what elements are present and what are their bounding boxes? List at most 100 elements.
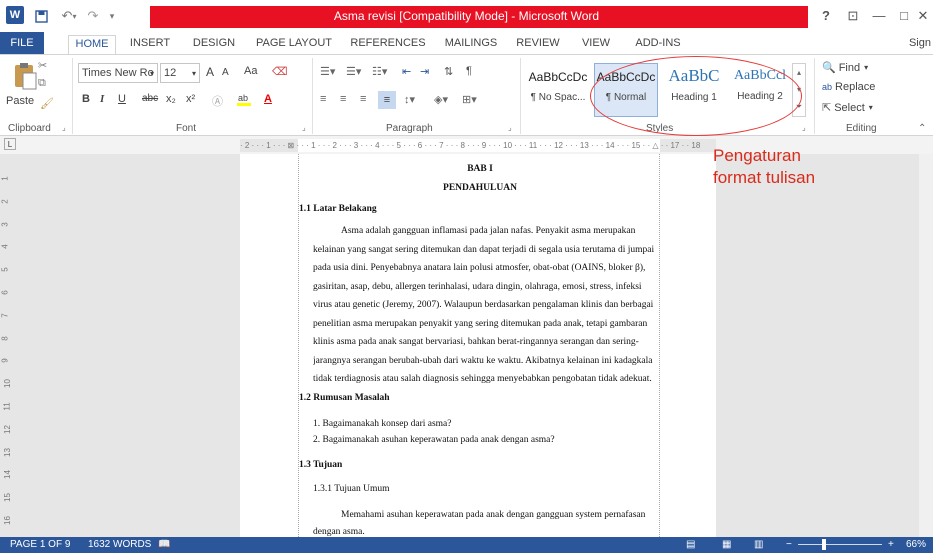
replace-button[interactable]: ab Replace	[822, 81, 875, 93]
select-button[interactable]: ⇱ Select ▾	[822, 101, 873, 115]
sign-in-link[interactable]: Sign	[909, 37, 931, 49]
numbering-icon[interactable]: ☰▾	[346, 65, 361, 78]
clear-formatting-icon[interactable]: ⌫	[272, 65, 288, 78]
font-family-select[interactable]: Times New Ro ▾	[78, 63, 158, 83]
borders-icon[interactable]: ⊞▾	[462, 93, 477, 106]
cut-icon[interactable]: ✂	[38, 59, 47, 72]
print-layout-icon[interactable]: ▦	[722, 539, 731, 550]
line-spacing-icon[interactable]: ↕▾	[404, 93, 415, 106]
zoom-in-icon[interactable]: +	[888, 539, 894, 550]
paragraph-line: gasiritan, asap, debu, allergen terinhal…	[313, 281, 642, 292]
status-bar: PAGE 1 OF 9 1632 WORDS 📖 ▤ ▦ ▥ − + 66%	[0, 537, 933, 553]
text-effects-icon[interactable]: Ⓐ	[212, 93, 223, 109]
zoom-slider-thumb[interactable]	[822, 539, 827, 550]
list-item: 2. Bagaimanakah asuhan keperawatan pada …	[313, 435, 555, 445]
tab-page-layout[interactable]: PAGE LAYOUT	[254, 35, 334, 54]
font-color-button[interactable]: A	[264, 93, 272, 105]
ruler-number: 1	[0, 176, 10, 181]
font-family-value: Times New Ro	[82, 67, 154, 79]
tab-file[interactable]: FILE	[0, 32, 44, 54]
paste-icon[interactable]	[10, 59, 40, 93]
style-heading-1[interactable]: AaBbC Heading 1	[662, 63, 726, 117]
styles-launcher-icon[interactable]: ⌟	[802, 123, 806, 132]
page-indicator[interactable]: PAGE 1 OF 9	[10, 539, 70, 550]
vertical-scrollbar[interactable]	[919, 154, 933, 537]
increase-indent-icon[interactable]: ⇥	[420, 65, 429, 78]
highlight-icon[interactable]: ab	[236, 91, 254, 107]
style-heading-2[interactable]: AaBbCcl Heading 2	[728, 63, 792, 117]
tab-design[interactable]: DESIGN	[190, 35, 238, 54]
more-styles-icon[interactable]: ⏷	[796, 102, 802, 112]
style-no-spacing[interactable]: AaBbCcDc ¶ No Spac...	[526, 63, 590, 117]
ruler-number: 9	[0, 358, 10, 364]
paragraph-tujuan-umum-cont: dengan asma.	[313, 527, 365, 537]
tab-selector[interactable]: L	[4, 138, 16, 150]
tab-insert[interactable]: INSERT	[126, 35, 174, 54]
tab-add-ins[interactable]: ADD-INS	[630, 35, 686, 54]
align-center-icon[interactable]: ≡	[340, 93, 346, 105]
bullets-icon[interactable]: ☰▾	[320, 65, 335, 78]
sort-icon[interactable]: ⇅	[444, 65, 453, 78]
format-painter-icon[interactable]: 🖌	[40, 97, 54, 110]
clipboard-launcher-icon[interactable]: ⌟	[62, 123, 66, 132]
subscript-button[interactable]: x₂	[166, 93, 176, 105]
group-separator	[72, 58, 73, 134]
find-button[interactable]: 🔍 Find ▾	[822, 61, 868, 75]
show-marks-icon[interactable]: ¶	[466, 65, 472, 77]
align-right-icon[interactable]: ≡	[360, 93, 366, 105]
style-sample: AaBbCcDc	[528, 70, 588, 84]
zoom-slider[interactable]	[798, 539, 882, 550]
italic-button[interactable]: I	[100, 93, 104, 105]
tab-mailings[interactable]: MAILINGS	[440, 35, 502, 54]
ruler-number: 2	[0, 199, 10, 204]
chevron-down-icon[interactable]: ▾	[797, 85, 801, 94]
zoom-level[interactable]: 66%	[906, 539, 926, 550]
paste-label[interactable]: Paste	[6, 95, 34, 107]
horizontal-ruler[interactable]: · 2 · · · 1 · · · ⊠ · · · 1 · · · 2 · · …	[240, 139, 716, 152]
underline-button[interactable]: U	[118, 93, 126, 105]
shrink-font-button[interactable]: A	[222, 67, 229, 78]
collapse-ribbon-icon[interactable]: ⌃	[918, 123, 926, 134]
ruler-number: 4	[0, 244, 10, 250]
styles-scroll[interactable]: ▴ ▾ ⏷	[792, 63, 806, 117]
group-separator	[814, 58, 815, 134]
paragraph-launcher-icon[interactable]: ⌟	[508, 123, 512, 132]
tab-review[interactable]: REVIEW	[514, 35, 562, 54]
word-count[interactable]: 1632 WORDS	[88, 539, 151, 550]
font-size-select[interactable]: 12 ▾	[160, 63, 200, 83]
style-name: Heading 1	[671, 92, 717, 103]
chevron-up-icon[interactable]: ▴	[797, 68, 801, 77]
ruler-number: 8	[0, 335, 10, 341]
ruler-number: 10	[2, 379, 12, 389]
ruler-number: 11	[2, 402, 12, 411]
read-mode-icon[interactable]: ▤	[686, 539, 695, 550]
grow-font-button[interactable]: A	[206, 65, 214, 79]
styles-group-label: Styles	[646, 123, 674, 134]
tab-references[interactable]: REFERENCES	[348, 35, 428, 54]
group-separator	[312, 58, 313, 134]
tab-home[interactable]: HOME	[68, 35, 116, 54]
strikethrough-button[interactable]: abc	[142, 93, 158, 104]
style-normal[interactable]: AaBbCcDc ¶ Normal	[594, 63, 658, 117]
document-body[interactable]: BAB I PENDAHULUAN 1.1 Latar Belakang Asm…	[298, 154, 660, 537]
superscript-button[interactable]: x²	[186, 93, 195, 105]
copy-icon[interactable]: ⧉	[38, 77, 46, 90]
justify-icon[interactable]: ≡	[378, 91, 396, 109]
multilevel-list-icon[interactable]: ☷▾	[372, 65, 387, 78]
change-case-button[interactable]: Aa	[244, 65, 257, 77]
bold-button[interactable]: B	[82, 93, 90, 105]
vertical-ruler[interactable]: 1 2 3 4 5 6 7 8 9 10 11 12 13 14 15 16	[0, 154, 18, 537]
ribbon-tabs: FILE HOME INSERT DESIGN PAGE LAYOUT REFE…	[0, 32, 933, 54]
heading-tujuan-umum: 1.3.1 Tujuan Umum	[313, 484, 390, 494]
shading-icon[interactable]: ◈▾	[434, 93, 448, 106]
zoom-out-icon[interactable]: −	[786, 539, 792, 550]
find-label: Find	[838, 61, 861, 74]
title-bar: W ↶ ▾ ↷ ▾ Asma revisi [Compatibility Mode…	[0, 0, 933, 32]
align-left-icon[interactable]: ≡	[320, 93, 326, 105]
proofing-icon[interactable]: 📖	[158, 539, 170, 550]
web-layout-icon[interactable]: ▥	[754, 539, 763, 550]
window-title: Asma revisi [Compatibility Mode] - Micro…	[333, 9, 600, 23]
tab-view[interactable]: VIEW	[576, 35, 616, 54]
font-launcher-icon[interactable]: ⌟	[302, 123, 306, 132]
decrease-indent-icon[interactable]: ⇤	[402, 65, 411, 78]
